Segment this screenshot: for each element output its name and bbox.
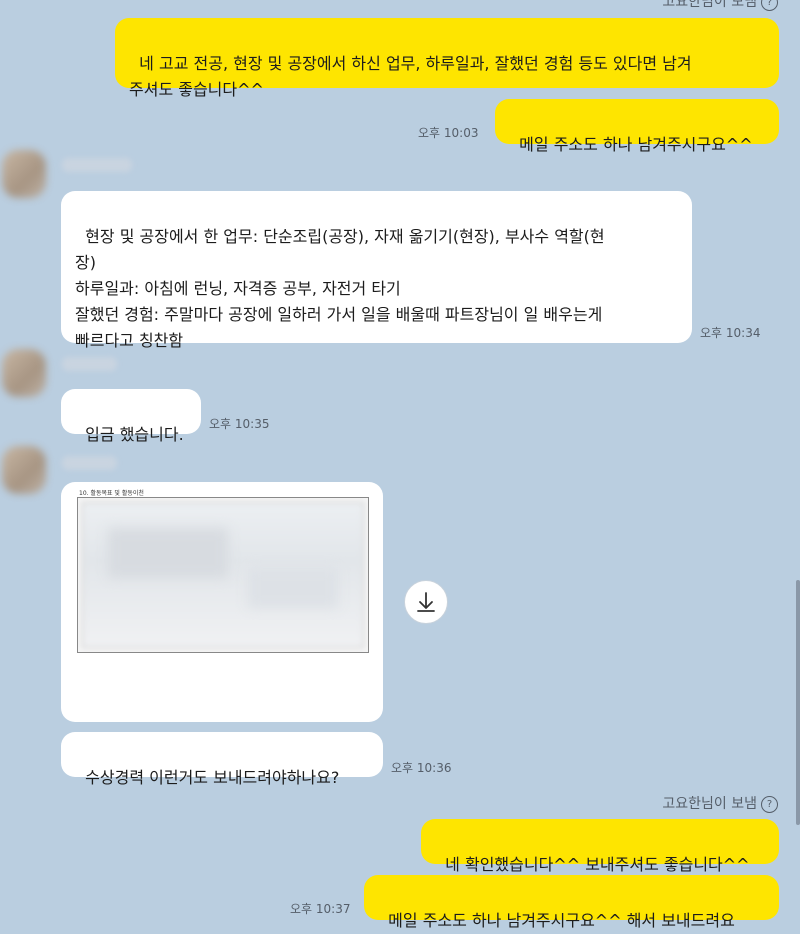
download-button[interactable] <box>404 580 448 624</box>
message-time: 오후 10:34 <box>700 326 761 340</box>
avatar[interactable] <box>2 349 46 397</box>
message-text: 메일 주소도 하나 남겨주시구요^^ <box>519 135 753 154</box>
help-icon[interactable]: ? <box>761 0 778 11</box>
message-text: 입금 했습니다. <box>85 425 184 444</box>
avatar[interactable] <box>2 446 46 494</box>
scrollbar[interactable] <box>796 580 800 825</box>
sender-note-text: 고요한님이 보냄 <box>662 0 757 10</box>
help-icon[interactable]: ? <box>761 795 778 813</box>
document-preview-bubble[interactable]: 10. 활동목표 및 활동이천 <box>61 482 383 722</box>
download-icon <box>417 592 435 612</box>
message-time: 오후 10:37 <box>290 902 351 916</box>
sender-name <box>62 456 117 470</box>
message-time: 오후 10:03 <box>418 126 479 140</box>
avatar[interactable] <box>2 150 46 198</box>
my-message-bubble[interactable]: 메일 주소도 하나 남겨주시구요^^ <box>495 99 779 154</box>
message-time: 오후 10:35 <box>209 417 270 431</box>
sender-note-text: 고요한님이 보냄 <box>662 796 757 812</box>
message-text: 현장 및 공장에서 한 업무: 단순조립(공장), 자재 옮기기(현장), 부사… <box>75 227 605 350</box>
their-message-bubble[interactable]: 수상경력 이런거도 보내드려야하나요? <box>61 732 383 787</box>
sender-name <box>62 357 117 371</box>
my-message-bubble[interactable]: 메일 주소도 하나 남겨주시구요^^ 해서 보내드려요 <box>364 875 779 930</box>
document-title: 10. 활동목표 및 활동이천 <box>79 490 144 497</box>
their-message-bubble[interactable]: 현장 및 공장에서 한 업무: 단순조립(공장), 자재 옮기기(현장), 부사… <box>61 191 692 350</box>
message-text: 메일 주소도 하나 남겨주시구요^^ 해서 보내드려요 <box>388 911 735 930</box>
sender-note: 고요한님이 보냄? <box>662 793 778 813</box>
my-message-bubble[interactable]: 네 확인했습니다^^ 보내주셔도 좋습니다^^ <box>421 819 779 874</box>
my-message-bubble[interactable]: 네 고교 전공, 현장 및 공장에서 하신 업무, 하루일과, 잘했던 경험 등… <box>115 18 779 99</box>
message-text: 네 고교 전공, 현장 및 공장에서 하신 업무, 하루일과, 잘했던 경험 등… <box>129 54 692 99</box>
message-text: 네 확인했습니다^^ 보내주셔도 좋습니다^^ <box>445 855 750 874</box>
sender-name <box>62 158 132 172</box>
message-text: 수상경력 이런거도 보내드려야하나요? <box>85 768 340 787</box>
document-image <box>77 497 369 653</box>
message-time: 오후 10:36 <box>391 761 452 775</box>
their-message-bubble[interactable]: 입금 했습니다. <box>61 389 201 444</box>
sender-note-top: 고요한님이 보냄? <box>662 0 778 11</box>
